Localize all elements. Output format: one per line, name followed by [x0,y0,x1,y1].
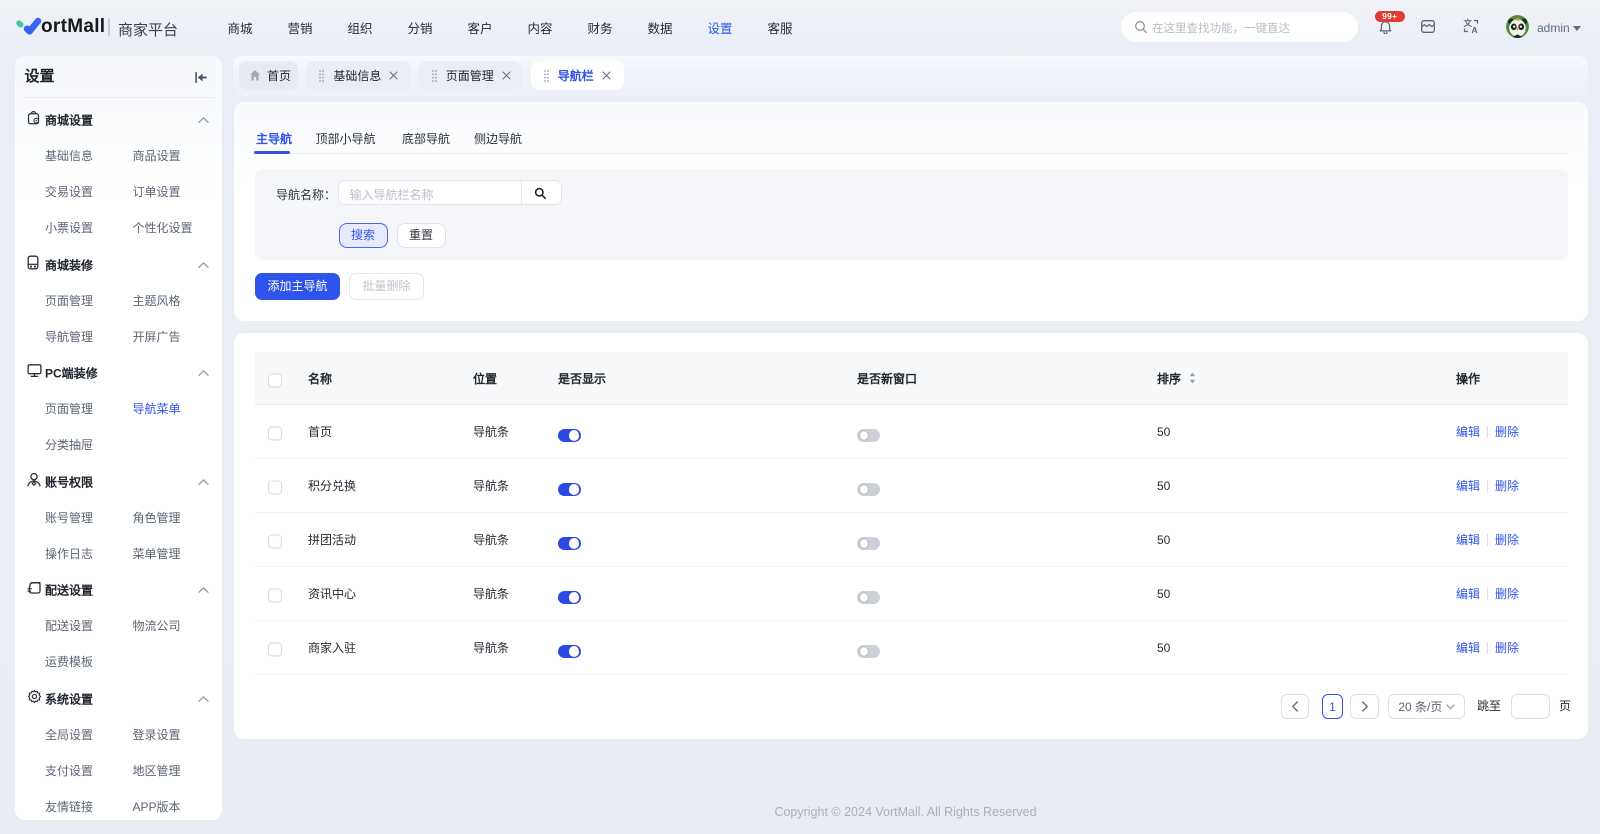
svg-text:A: A [1471,25,1477,34]
